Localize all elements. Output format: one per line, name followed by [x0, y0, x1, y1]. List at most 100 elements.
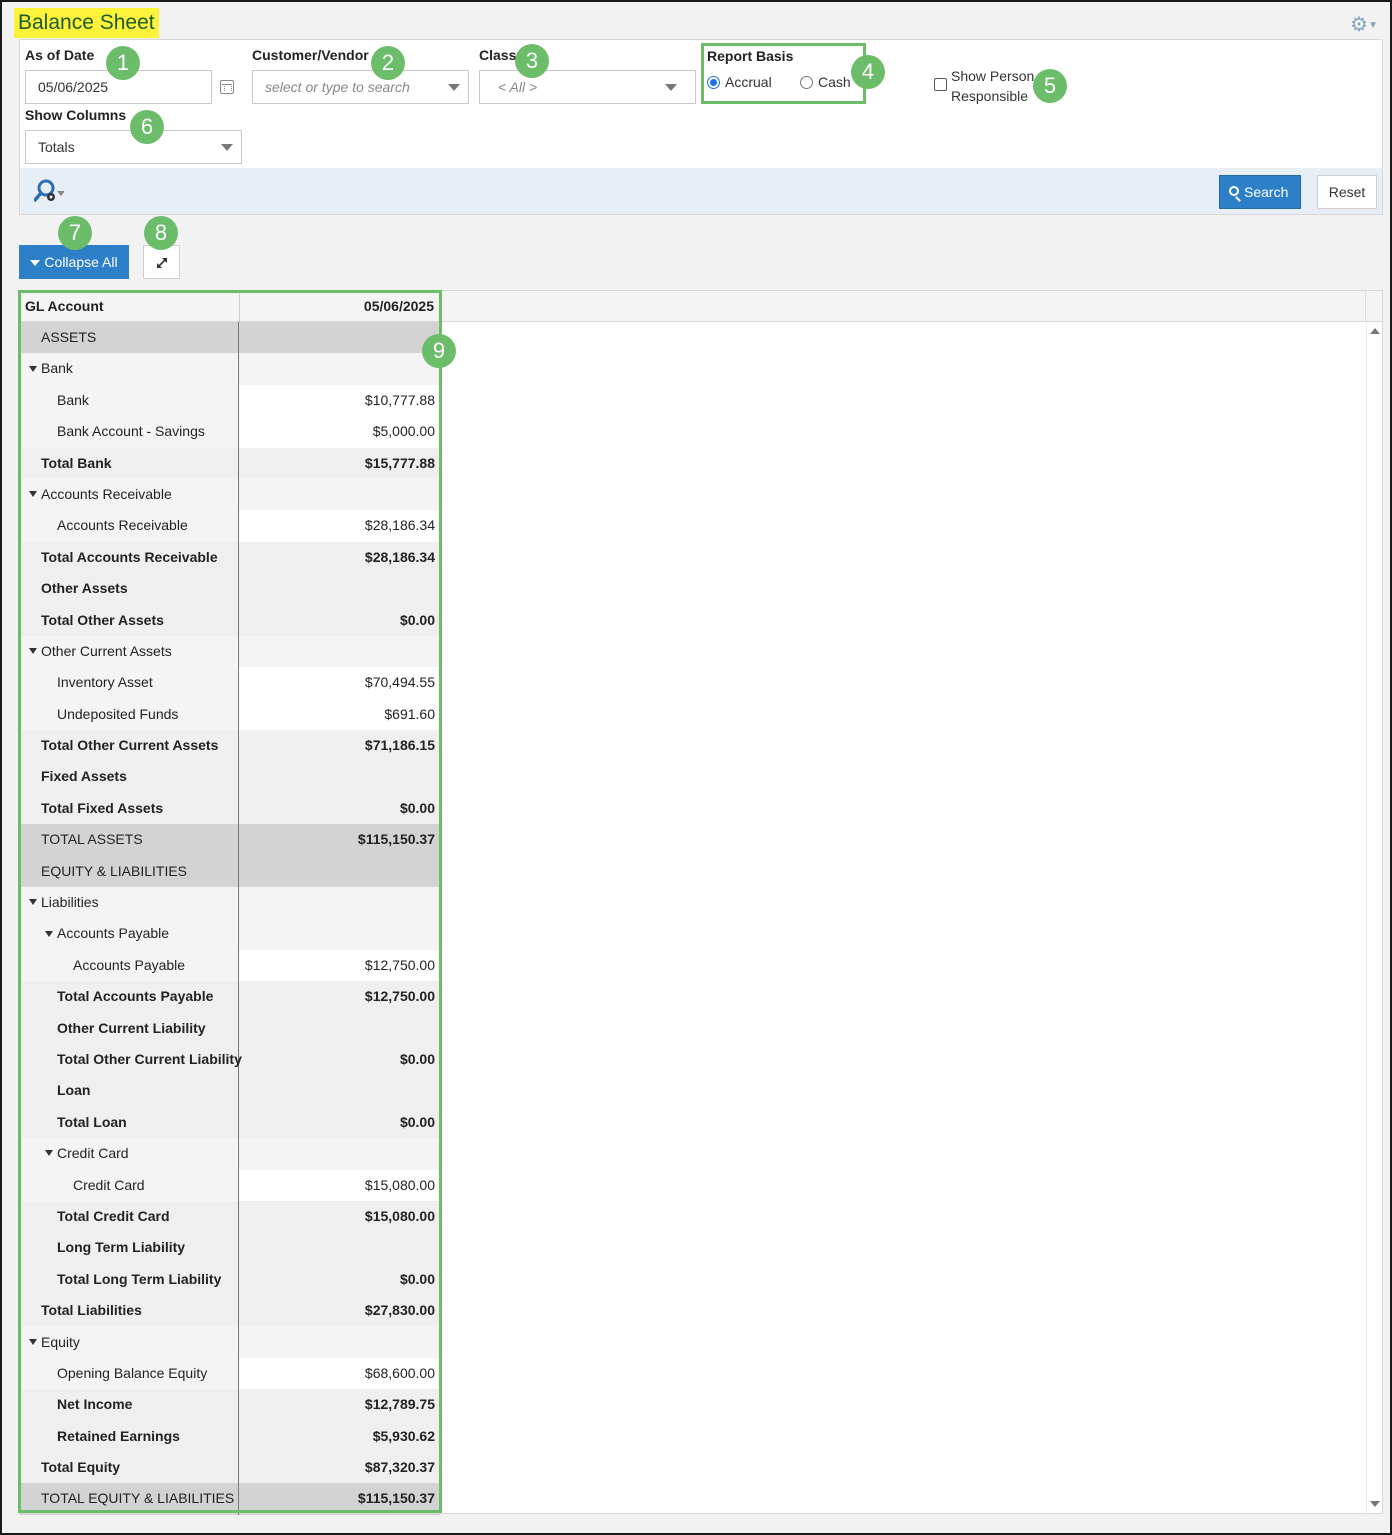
table-row: Fixed Assets: [20, 761, 440, 793]
amount-cell: [239, 761, 440, 792]
as-of-date-label: As of Date: [25, 47, 95, 63]
class-label: Class: [479, 47, 517, 63]
amount-cell: $28,186.34: [364, 517, 435, 534]
fullscreen-button[interactable]: [143, 245, 180, 279]
gl-account-label: Accounts Payable: [73, 956, 186, 973]
collapse-toggle-icon[interactable]: [29, 491, 37, 498]
table-row[interactable]: Equity: [20, 1326, 440, 1358]
amount-cell: [239, 918, 440, 949]
gl-account-label: Total Liabilities: [41, 1302, 142, 1319]
amount-cell: [239, 353, 440, 384]
gl-account-label: Fixed Assets: [41, 768, 127, 785]
gl-account-label: Total Fixed Assets: [41, 799, 164, 816]
collapse-toggle-icon[interactable]: [45, 1150, 53, 1157]
settings-menu[interactable]: ⚙▼: [1350, 12, 1378, 37]
reset-button[interactable]: Reset: [1317, 175, 1377, 209]
callout-badge: 6: [130, 110, 164, 144]
amount-cell: $115,150.37: [357, 1490, 435, 1507]
table-row: Accounts Receivable $28,186.34: [20, 510, 440, 542]
gl-account-cell: Total Credit Card: [20, 1200, 239, 1233]
callout-badge: 1: [106, 46, 140, 80]
collapse-all-button[interactable]: Collapse All: [19, 245, 129, 279]
search-icon: [1229, 186, 1239, 196]
table-row[interactable]: Credit Card: [20, 1138, 440, 1170]
column-header-gl-account[interactable]: GL Account: [25, 291, 239, 322]
cash-radio[interactable]: [800, 76, 813, 89]
cash-label[interactable]: Cash: [818, 74, 851, 90]
scroll-up-icon[interactable]: [1370, 328, 1380, 334]
calendar-icon[interactable]: [220, 80, 234, 94]
expand-icon: [157, 258, 167, 268]
vertical-scrollbar[interactable]: [1366, 322, 1382, 1513]
gl-account-label: Total Equity: [41, 1459, 121, 1476]
gl-account-cell: Bank: [20, 353, 239, 385]
amount-cell: [239, 479, 440, 510]
chevron-down-icon: ▼: [1368, 20, 1378, 32]
collapse-toggle-icon[interactable]: [29, 1338, 37, 1345]
gl-account-cell: Equity: [20, 1326, 239, 1358]
scroll-down-icon[interactable]: [1370, 1501, 1380, 1507]
show-person-responsible-label[interactable]: Show Person Responsible: [951, 66, 1034, 106]
gl-account-cell: Long Term Liability: [20, 1232, 239, 1264]
table-row: Total Other Current Liability $0.00: [20, 1043, 440, 1076]
amount-cell: $27,830.00: [364, 1302, 435, 1319]
collapse-toggle-icon[interactable]: [45, 930, 53, 937]
gl-account-cell: Total Other Current Liability: [20, 1043, 242, 1076]
filter-panel: As of Date 05/06/2025 Customer/Vendor se…: [19, 39, 1383, 215]
amount-cell: [239, 1232, 440, 1263]
gl-account-cell: Retained Earnings: [20, 1420, 239, 1453]
amount-cell: [239, 1327, 440, 1358]
table-row: Other Assets: [20, 573, 440, 605]
gl-account-label: Long Term Liability: [57, 1239, 186, 1256]
callout-badge: 8: [144, 216, 178, 250]
accrual-radio[interactable]: [707, 76, 720, 89]
customer-vendor-placeholder: select or type to search: [265, 79, 410, 95]
table-row: Total Long Term Liability $0.00: [20, 1263, 440, 1296]
gl-account-cell: Accounts Payable: [20, 918, 239, 950]
page-title: Balance Sheet: [14, 8, 159, 38]
gl-account-label: Net Income: [57, 1396, 133, 1413]
table-row: Opening Balance Equity $68,600.00: [20, 1357, 440, 1390]
gl-account-label: EQUITY & LIABILITIES: [41, 862, 188, 879]
table-row: Inventory Asset $70,494.55: [20, 667, 440, 699]
amount-cell: $0.00: [399, 1113, 435, 1130]
column-header-date[interactable]: 05/06/2025: [239, 291, 440, 322]
gl-account-label: Credit Card: [73, 1176, 145, 1193]
search-button[interactable]: Search: [1219, 175, 1301, 209]
table-row[interactable]: Other Current Assets: [20, 635, 440, 668]
amount-cell: $5,000.00: [372, 423, 435, 440]
show-columns-value: Totals: [38, 139, 75, 155]
show-person-responsible-checkbox[interactable]: [934, 78, 947, 91]
amount-cell: $0.00: [399, 1270, 435, 1287]
gl-account-cell: Net Income: [20, 1389, 239, 1421]
table-row: Undeposited Funds $691.60: [20, 698, 440, 731]
gl-account-label: Other Current Assets: [41, 642, 172, 659]
table-row[interactable]: Liabilities: [20, 887, 440, 919]
class-select[interactable]: < All >: [479, 70, 696, 104]
gl-account-cell: Total Long Term Liability: [20, 1263, 239, 1296]
collapse-toggle-icon[interactable]: [29, 899, 37, 906]
table-row: Total Equity $87,320.37: [20, 1452, 440, 1484]
table-row: Other Current Liability: [20, 1012, 440, 1044]
gl-account-cell: Total Other Current Assets: [20, 730, 239, 762]
amount-cell: [239, 322, 440, 353]
gl-account-cell: Liabilities: [20, 887, 239, 919]
gl-account-label: Bank Account - Savings: [57, 423, 205, 440]
advanced-search-icon[interactable]: [34, 178, 64, 206]
accrual-label[interactable]: Accrual: [725, 74, 772, 90]
gl-account-label: Loan: [57, 1082, 91, 1099]
collapse-toggle-icon[interactable]: [29, 648, 37, 655]
table-row[interactable]: Accounts Receivable: [20, 478, 440, 511]
amount-cell: $0.00: [399, 799, 435, 816]
table-row: Total Other Assets $0.00: [20, 604, 440, 636]
report-basis-group: Report Basis Accrual Cash: [701, 43, 866, 104]
table-row[interactable]: Bank: [20, 353, 440, 385]
gl-account-label: Inventory Asset: [57, 674, 153, 691]
gl-account-label: Undeposited Funds: [57, 705, 179, 722]
gl-account-label: Total Bank: [41, 454, 112, 471]
customer-vendor-select[interactable]: select or type to search: [252, 70, 469, 104]
gl-account-cell: Loan: [20, 1075, 239, 1107]
show-person-label-line1: Show Person: [951, 68, 1035, 84]
table-row[interactable]: Accounts Payable: [20, 918, 440, 950]
collapse-toggle-icon[interactable]: [29, 365, 37, 372]
